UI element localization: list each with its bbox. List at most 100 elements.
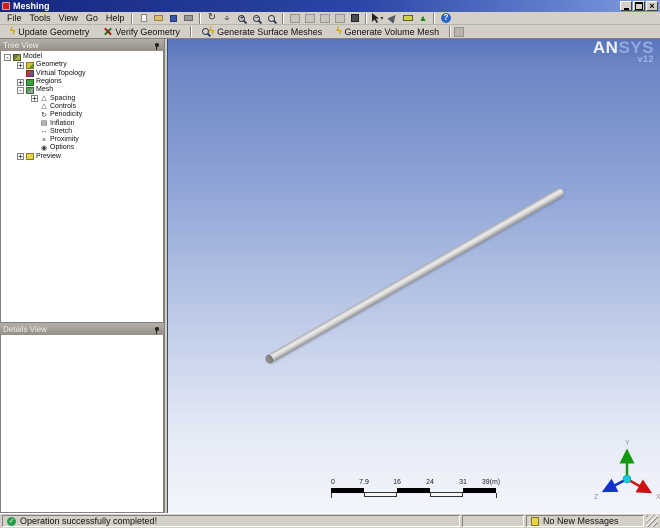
tree-item-controls[interactable]: △ Controls (1, 103, 163, 111)
tree-item-periodicity[interactable]: ↻ Periodicity (1, 111, 163, 119)
resize-grip[interactable] (646, 515, 658, 527)
triad-toggle-icon[interactable]: ▲ (415, 12, 430, 24)
tree-item-preview[interactable]: + Preview (1, 153, 163, 161)
close-button[interactable] (646, 1, 658, 11)
help-icon[interactable]: ? (438, 12, 453, 24)
app-window: Meshing File Tools View Go Help ↻ ↔↕ + − (0, 0, 660, 528)
toolbar-separator (189, 26, 192, 37)
save-icon[interactable] (166, 12, 181, 24)
iso-view-2-icon[interactable] (302, 12, 317, 24)
tree-item-inflation[interactable]: ▤ Inflation (1, 119, 163, 128)
tree-item-spacing[interactable]: + △ Spacing (1, 94, 163, 103)
pan-icon[interactable]: ↔ ↕ (219, 12, 234, 24)
model-icon (13, 53, 21, 61)
controls-icon: △ (41, 103, 47, 111)
expander-icon[interactable]: - (17, 86, 24, 94)
spacing-icon: △ (41, 95, 47, 103)
expander-icon[interactable]: + (17, 61, 24, 69)
select-mode-icon[interactable]: ▾ (370, 12, 385, 24)
graphics-viewport[interactable]: ANSYS v12 0 7.9 16 24 31 39(m) Y X Z (168, 39, 660, 513)
pin-icon[interactable] (155, 327, 159, 334)
periodicity-icon: ↻ (41, 111, 47, 119)
tree-item-label: Inflation (50, 119, 75, 127)
logo-brand-strong: AN (592, 39, 619, 57)
menu-help[interactable]: Help (102, 12, 129, 24)
iso-view-3-icon[interactable] (317, 12, 332, 24)
left-panel: Tree View - Model + Geometry Virtual Top… (0, 39, 164, 513)
stretch-icon: ↔ (40, 128, 48, 136)
disabled-tool-icon (454, 26, 465, 37)
shaded-cube-icon[interactable] (347, 12, 362, 24)
ruler-label: 39(m) (481, 479, 501, 486)
maximize-button[interactable] (633, 1, 645, 11)
triad-origin (622, 474, 632, 484)
expander-icon[interactable]: + (31, 95, 38, 103)
tree-item-geometry[interactable]: + Geometry (1, 61, 163, 69)
status-bar: Operation successfully completed! No New… (0, 513, 660, 528)
tree-item-model[interactable]: - Model (1, 53, 163, 61)
tree-item-mesh[interactable]: - Mesh (1, 86, 163, 94)
print-icon[interactable] (181, 12, 196, 24)
success-icon (7, 516, 16, 526)
new-icon[interactable] (136, 12, 151, 24)
tree-item-virtual-topology[interactable]: Virtual Topology (1, 70, 163, 78)
tree-item-regions[interactable]: + Regions (1, 78, 163, 86)
tree-item-stretch[interactable]: ↔ Stretch (1, 128, 163, 136)
zoom-in-icon[interactable]: + (234, 12, 249, 24)
triad-z-label: Z (594, 494, 599, 501)
expander-icon[interactable]: - (4, 53, 11, 61)
status-message: Operation successfully completed! (20, 516, 158, 526)
minimize-button[interactable] (620, 1, 632, 11)
tree-item-label: Virtual Topology (36, 69, 86, 77)
tree-item-label: Periodicity (50, 111, 83, 119)
ansys-logo: ANSYS v12 (592, 39, 654, 64)
menu-tools[interactable]: Tools (26, 12, 55, 24)
verify-icon (103, 27, 112, 36)
details-view-header: Details View (0, 323, 164, 335)
generate-volume-mesh-button[interactable]: ϟ Generate Volume Mesh (329, 25, 446, 38)
tree-item-label: Regions (36, 78, 62, 86)
iso-view-4-icon[interactable] (332, 12, 347, 24)
open-icon[interactable] (151, 12, 166, 24)
lightning-icon: ϟ (336, 25, 342, 37)
surface-mesh-icon: ϟ (201, 26, 214, 37)
legend-icon[interactable] (400, 12, 415, 24)
expander-icon[interactable]: + (17, 78, 24, 86)
cylinder-geometry[interactable] (264, 187, 566, 365)
look-at-icon[interactable] (385, 12, 400, 24)
pin-icon[interactable] (155, 43, 159, 50)
mesh-icon (26, 86, 34, 94)
scale-ruler: 0 7.9 16 24 31 39(m) (331, 479, 501, 501)
geometry-icon (26, 61, 34, 69)
menu-view[interactable]: View (55, 12, 82, 24)
rotate-icon[interactable]: ↻ (204, 12, 219, 24)
generate-surface-meshes-button[interactable]: ϟ Generate Surface Meshes (195, 25, 329, 38)
details-view-title: Details View (3, 324, 47, 334)
tree-item-label: Geometry (36, 61, 67, 69)
zoom-out-icon[interactable]: − (249, 12, 264, 24)
expander-icon[interactable]: + (17, 153, 24, 161)
toolbar-separator (199, 12, 202, 24)
preview-icon (26, 153, 34, 161)
tree-item-options[interactable]: ◉ Options (1, 144, 163, 152)
tree-item-label: Options (50, 144, 75, 152)
zoom-box-icon[interactable] (264, 12, 279, 24)
messages-section[interactable]: No New Messages (526, 515, 644, 527)
tree-item-label: Stretch (50, 127, 73, 135)
details-view (0, 335, 164, 513)
update-geometry-button[interactable]: ϟ Update Geometry (3, 25, 96, 38)
menu-file[interactable]: File (3, 12, 26, 24)
tree-item-proximity[interactable]: × Proximity (1, 136, 163, 144)
menu-go[interactable]: Go (82, 12, 102, 24)
ruler-bar (331, 488, 497, 498)
verify-geometry-button[interactable]: Verify Geometry (96, 25, 187, 38)
orientation-triad[interactable]: Y X Z (590, 437, 660, 513)
iso-view-1-icon[interactable] (287, 12, 302, 24)
toolbar-separator (449, 26, 452, 37)
ruler-label: 7.9 (359, 479, 369, 486)
messages-icon (531, 516, 539, 526)
ruler-label: 16 (393, 479, 401, 486)
